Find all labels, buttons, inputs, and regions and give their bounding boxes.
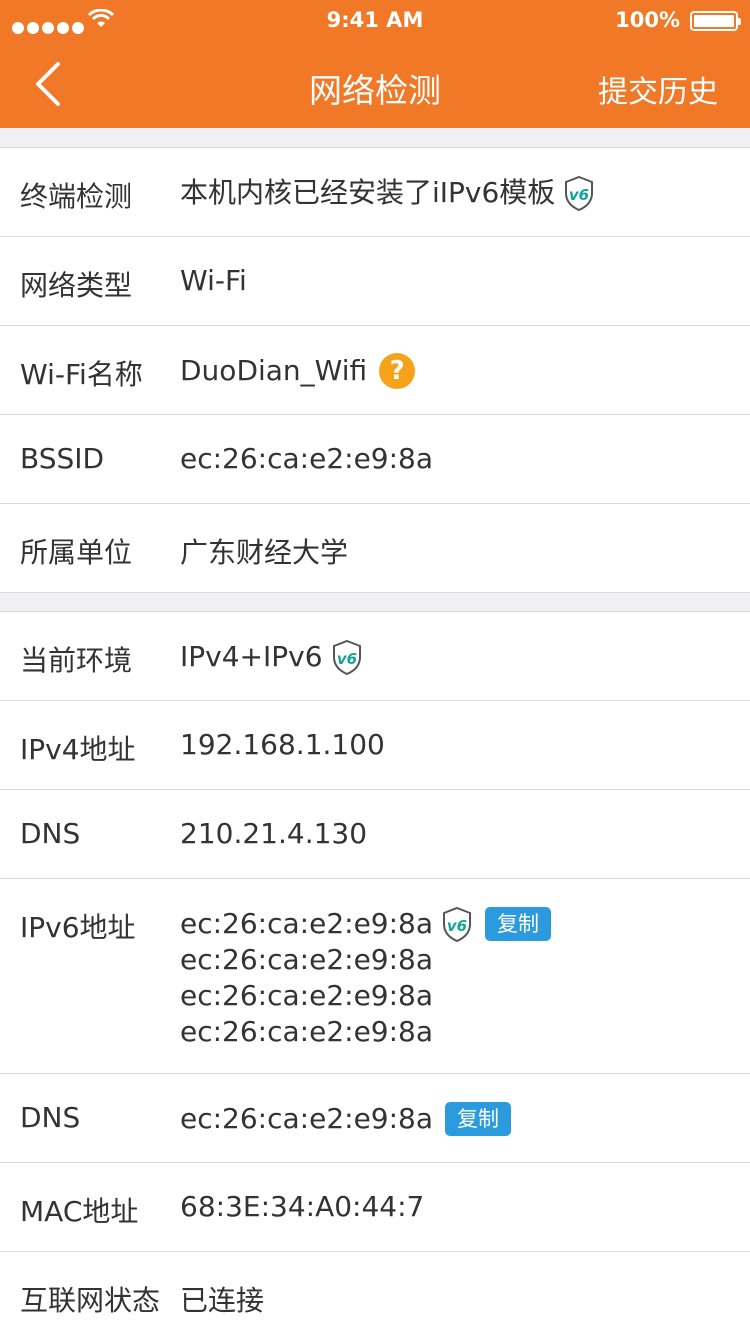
terminal-check-value: 本机内核已经安装了iIPv6模板 [180,176,556,209]
ipv6-address-row: IPv6地址 ec:26:ca:e2:e9:8a v6 复制 ec:26:ca:… [0,879,750,1074]
row-label: DNS [20,817,81,850]
row-label: DNS [20,1101,81,1134]
row-label: 终端检测 [20,180,133,213]
ipv6-address-line: ec:26:ca:e2:e9:8a [180,978,551,1014]
ipv6-address-line: ec:26:ca:e2:e9:8a [180,1014,551,1050]
submit-history-button[interactable]: 提交历史 [598,67,718,111]
row-label: MAC地址 [20,1195,139,1228]
ipv6-address-value: ec:26:ca:e2:e9:8a [180,943,434,976]
nav-bar: 网络检测 提交历史 [0,40,750,128]
row-label: 当前环境 [20,644,133,677]
ipv4-address-value: 192.168.1.100 [180,728,385,761]
current-env-row: 当前环境 IPv4+IPv6 v6 [0,612,750,701]
battery-percent: 100% [615,8,680,32]
row-label: 网络类型 [20,269,133,302]
ipv4-address-row: IPv4地址 192.168.1.100 [0,701,750,790]
bssid-value: ec:26:ca:e2:e9:8a [180,442,434,475]
network-type-row: 网络类型 Wi-Fi [0,237,750,326]
ipv6-address-line: ec:26:ca:e2:e9:8a v6 复制 [180,906,552,942]
row-value: DuoDian_Wifi ? [180,353,416,389]
top-bar: 9:41 AM 100% 网络检测 提交历史 [0,0,750,128]
v6-badge-text: v6 [447,917,467,935]
copy-dns6-button[interactable]: 复制 [445,1102,512,1136]
v6-shield-icon: v6 [332,639,361,675]
row-label: 互联网状态 [20,1284,161,1317]
ipv6-address-value: ec:26:ca:e2:e9:8a [180,1015,434,1048]
help-question-icon[interactable]: ? [379,353,416,389]
row-value: 本机内核已经安装了iIPv6模板 v6 [180,175,595,211]
mac-address-value: 68:3E:34:A0:44:7 [180,1190,425,1223]
dns6-row: DNS ec:26:ca:e2:e9:8a 复制 [0,1074,750,1163]
terminal-check-row: 终端检测 本机内核已经安装了iIPv6模板 v6 [0,148,750,237]
wifi-name-row: Wi-Fi名称 DuoDian_Wifi ? [0,326,750,415]
mac-address-row: MAC地址 68:3E:34:A0:44:7 [0,1163,750,1252]
row-label: 所属单位 [20,536,133,569]
row-value: IPv4+IPv6 v6 [180,639,363,675]
copy-ipv6-button[interactable]: 复制 [485,907,552,941]
device-info-section: 终端检测 本机内核已经安装了iIPv6模板 v6 网络类型 Wi-Fi Wi-F… [0,148,750,592]
battery-icon [690,11,741,31]
ipv6-address-value: ec:26:ca:e2:e9:8a [180,907,434,940]
row-value: ec:26:ca:e2:e9:8a 复制 [180,1101,512,1137]
internet-status-value: 已连接 [180,1284,265,1317]
organization-row: 所属单位 广东财经大学 [0,504,750,592]
row-label: IPv4地址 [20,733,136,766]
status-bar: 9:41 AM 100% [0,0,750,40]
current-env-value: IPv4+IPv6 [180,640,323,673]
v6-shield-icon: v6 [565,175,594,211]
ipv6-address-list: ec:26:ca:e2:e9:8a v6 复制 ec:26:ca:e2:e9:8… [180,906,552,1050]
back-chevron-icon[interactable] [28,60,68,108]
organization-value: 广东财经大学 [180,536,349,569]
section-divider [0,128,750,148]
section-divider [0,592,750,612]
row-label: BSSID [20,442,105,475]
bssid-row: BSSID ec:26:ca:e2:e9:8a [0,415,750,504]
wifi-name-value: DuoDian_Wifi [180,354,368,387]
dns4-row: DNS 210.21.4.130 [0,790,750,879]
v6-badge-text: v6 [569,186,589,204]
ipv6-address-line: ec:26:ca:e2:e9:8a [180,942,551,978]
dns4-value: 210.21.4.130 [180,817,368,850]
internet-status-row: 互联网状态 已连接 [0,1252,750,1334]
ipv6-address-value: ec:26:ca:e2:e9:8a [180,979,434,1012]
network-type-value: Wi-Fi [180,264,247,297]
v6-shield-icon: v6 [443,906,472,942]
v6-badge-text: v6 [336,650,356,668]
row-label: IPv6地址 [20,911,136,944]
network-info-section: 当前环境 IPv4+IPv6 v6 IPv4地址 192.168.1.100 D… [0,612,750,1334]
row-label: Wi-Fi名称 [20,358,143,391]
dns6-value: ec:26:ca:e2:e9:8a [180,1102,434,1135]
